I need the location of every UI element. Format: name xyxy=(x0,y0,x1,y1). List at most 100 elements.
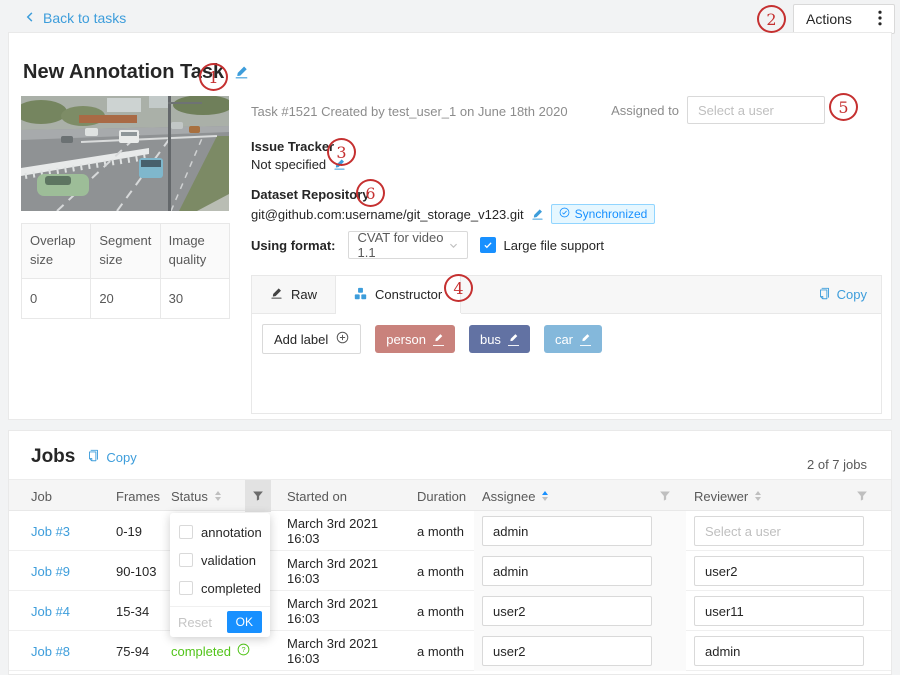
task-preview-image xyxy=(21,96,229,211)
large-file-support-checkbox[interactable] xyxy=(480,237,496,253)
sort-icon[interactable] xyxy=(215,491,221,501)
jobs-count: 2 of 7 jobs xyxy=(807,457,867,472)
copy-icon xyxy=(818,287,831,303)
copy-labels-link[interactable]: Copy xyxy=(818,276,867,313)
status-filter-icon[interactable] xyxy=(245,480,271,512)
blocks-icon xyxy=(354,287,367,303)
started-value: March 3rd 2021 16:03 xyxy=(279,516,409,546)
copy-jobs-label: Copy xyxy=(106,450,136,465)
copy-labels-label: Copy xyxy=(837,287,867,302)
reviewer-input[interactable] xyxy=(694,516,864,546)
column-header-frames: Frames xyxy=(116,480,171,512)
column-header-started: Started on xyxy=(279,480,409,512)
kebab-menu-icon xyxy=(878,10,882,29)
table-row: Job #9 90-103 March 3rd 2021 16:03 a mon… xyxy=(9,551,891,591)
pencil-icon xyxy=(270,287,283,303)
chevron-down-icon xyxy=(449,238,458,253)
job-link[interactable]: Job #3 xyxy=(31,524,116,539)
svg-text:?: ? xyxy=(241,645,245,654)
filter-ok-button[interactable]: OK xyxy=(227,611,262,633)
reviewer-input[interactable] xyxy=(694,596,864,626)
checkbox-unchecked[interactable] xyxy=(179,581,193,595)
large-file-support-label: Large file support xyxy=(504,238,604,253)
tab-raw-label: Raw xyxy=(291,287,317,302)
started-value: March 3rd 2021 16:03 xyxy=(279,556,409,586)
actions-button[interactable]: Actions xyxy=(793,4,895,34)
started-value: March 3rd 2021 16:03 xyxy=(279,636,409,666)
frames-value: 0-19 xyxy=(116,524,171,539)
reviewer-filter-icon[interactable] xyxy=(849,480,875,512)
filter-option-completed[interactable]: completed xyxy=(170,574,270,602)
tab-raw[interactable]: Raw xyxy=(252,276,336,313)
edit-label-icon[interactable] xyxy=(580,333,591,346)
copy-jobs-link[interactable]: Copy xyxy=(87,449,136,465)
filter-reset-button[interactable]: Reset xyxy=(178,615,212,630)
back-to-tasks-link[interactable]: Back to tasks xyxy=(24,10,126,26)
frames-value: 75-94 xyxy=(116,644,171,659)
tab-constructor-label: Constructor xyxy=(375,287,442,302)
param-value-quality: 30 xyxy=(160,278,229,318)
checkbox-unchecked[interactable] xyxy=(179,553,193,567)
assignee-input[interactable] xyxy=(482,556,652,586)
job-link[interactable]: Job #8 xyxy=(31,644,116,659)
frames-value: 90-103 xyxy=(116,564,171,579)
column-header-reviewer[interactable]: Reviewer xyxy=(686,480,883,512)
label-chip-person-text: person xyxy=(386,332,426,347)
jobs-card: Jobs Copy 2 of 7 jobs Job Frames Status xyxy=(8,430,892,675)
label-chip-person[interactable]: person xyxy=(375,325,455,353)
reviewer-input[interactable] xyxy=(694,636,864,666)
assignee-input[interactable] xyxy=(482,516,652,546)
table-row: Job #3 0-19 March 3rd 2021 16:03 a month xyxy=(9,511,891,551)
sort-icon[interactable] xyxy=(755,491,761,501)
checkbox-unchecked[interactable] xyxy=(179,525,193,539)
edit-repository-icon[interactable] xyxy=(531,208,544,221)
status-value: completed ? xyxy=(171,643,279,659)
add-label-button[interactable]: Add label xyxy=(262,324,361,354)
jobs-title: Jobs xyxy=(31,446,75,468)
assigned-to-input[interactable] xyxy=(687,96,825,124)
edit-title-icon[interactable] xyxy=(234,65,249,80)
param-value-overlap: 0 xyxy=(22,278,91,318)
task-params-table: Overlap size Segment size Image quality … xyxy=(21,223,230,319)
sort-icon-active-asc[interactable] xyxy=(542,491,548,501)
filter-option-annotation[interactable]: annotation xyxy=(170,518,270,546)
duration-value: a month xyxy=(409,524,474,539)
duration-value: a month xyxy=(409,564,474,579)
tab-constructor[interactable]: Constructor xyxy=(336,276,461,313)
column-header-assignee[interactable]: Assignee xyxy=(474,480,686,512)
jobs-table-header: Job Frames Status Started on Duration As… xyxy=(9,479,891,511)
add-label-text: Add label xyxy=(274,332,328,347)
edit-label-icon[interactable] xyxy=(508,333,519,346)
assignee-input[interactable] xyxy=(482,596,652,626)
assigned-to-label: Assigned to xyxy=(611,103,679,118)
table-row: Job #4 15-34 March 3rd 2021 16:03 a mont… xyxy=(9,591,891,631)
sync-status-label: Synchronized xyxy=(575,207,648,221)
format-select[interactable]: CVAT for video 1.1 xyxy=(348,231,468,259)
status-filter-dropdown: annotation validation completed Reset OK xyxy=(170,513,270,637)
param-header-overlap: Overlap size xyxy=(22,224,91,279)
label-chip-bus-text: bus xyxy=(480,332,501,347)
edit-label-icon[interactable] xyxy=(433,333,444,346)
cvat-task-page: Back to tasks Actions New Annotation Tas… xyxy=(0,0,900,669)
check-circle-icon xyxy=(559,207,570,221)
table-row: Job #8 75-94 completed ? March 3rd 2021 … xyxy=(9,631,891,671)
column-header-status[interactable]: Status xyxy=(171,480,279,512)
job-link[interactable]: Job #9 xyxy=(31,564,116,579)
assignee-filter-icon[interactable] xyxy=(652,480,678,512)
filter-option-validation[interactable]: validation xyxy=(170,546,270,574)
back-to-tasks-label: Back to tasks xyxy=(43,10,126,26)
param-value-segment: 20 xyxy=(91,278,160,318)
sync-status-badge: Synchronized xyxy=(551,204,656,224)
frames-value: 15-34 xyxy=(116,604,171,619)
dataset-repository-label: Dataset Repository xyxy=(251,187,369,202)
label-chip-car[interactable]: car xyxy=(544,325,602,353)
issue-tracker-label: Issue Tracker xyxy=(251,139,334,154)
annotation-marker-4: 4 xyxy=(444,274,473,302)
assignee-input[interactable] xyxy=(482,636,652,666)
jobs-table-body: Job #3 0-19 March 3rd 2021 16:03 a month… xyxy=(9,511,891,671)
label-chip-bus[interactable]: bus xyxy=(469,325,530,353)
job-link[interactable]: Job #4 xyxy=(31,604,116,619)
question-circle-icon: ? xyxy=(237,643,250,659)
reviewer-input[interactable] xyxy=(694,556,864,586)
annotation-marker-1: 1 xyxy=(199,63,228,91)
